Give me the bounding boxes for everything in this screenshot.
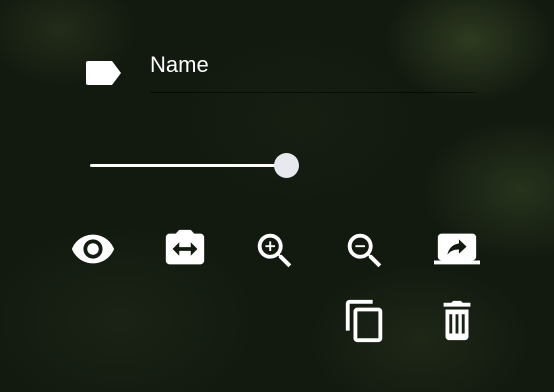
share-screen-button[interactable] [432, 224, 482, 274]
copy-button[interactable] [340, 296, 390, 346]
switch-camera-button[interactable] [160, 224, 210, 274]
delete-icon [443, 300, 471, 341]
zoom-in-button[interactable] [250, 226, 300, 276]
copy-icon [345, 299, 383, 343]
visibility-button[interactable] [68, 224, 118, 274]
label-tag-icon [86, 61, 121, 85]
zoom-out-button[interactable] [340, 226, 390, 276]
slider-thumb[interactable] [273, 153, 299, 178]
eye-icon [71, 234, 115, 264]
name-field-label: Name [150, 52, 209, 77]
slider-track[interactable] [90, 164, 286, 167]
zoom-in-icon [257, 233, 292, 268]
delete-button[interactable] [432, 296, 482, 346]
name-field[interactable]: Name [150, 46, 476, 93]
share-screen-icon [434, 233, 480, 265]
switch-camera-icon [165, 229, 205, 265]
zoom-out-icon [347, 233, 382, 268]
